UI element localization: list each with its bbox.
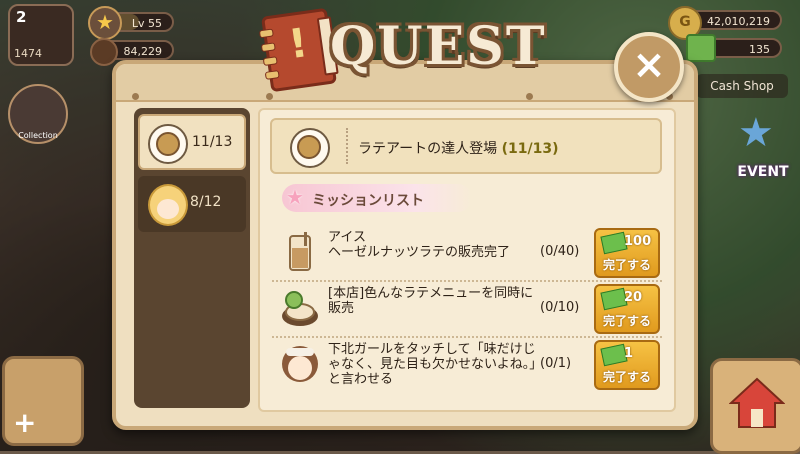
complete-button[interactable]: 20 完了する <box>594 284 660 334</box>
shimokita-girl-portrait-icon <box>282 346 318 382</box>
tab-progress: 11/13 <box>192 134 233 150</box>
complete-label: 完了する <box>602 314 651 328</box>
event-button[interactable]: ★ EVENT <box>730 110 796 182</box>
character-portrait-icon <box>148 184 188 226</box>
rail-dot <box>266 93 273 100</box>
mission-description: アイス ヘーゼルナッツラテの販売完了 <box>328 230 511 260</box>
quest-book-icon: ! <box>258 7 339 93</box>
house-icon <box>729 377 785 428</box>
beans-value: 84,229 <box>123 45 163 58</box>
quest-header-title: ラテアートの達人登場 (11/13) <box>358 138 559 158</box>
close-icon: × <box>632 42 666 88</box>
event-label: EVENT <box>737 164 789 180</box>
reward-amount: 100 <box>624 234 652 249</box>
quest-category-sidebar: 11/13 8/12 <box>134 108 250 408</box>
cash-shop-button[interactable]: Cash Shop <box>696 74 788 98</box>
latte-cup-icon <box>290 128 330 168</box>
home-button[interactable] <box>710 358 800 454</box>
cash-bill-icon <box>686 34 716 62</box>
quest-header: ラテアートの達人登場 (11/13) <box>270 118 662 174</box>
mission-progress: (0/1) <box>540 356 572 371</box>
star-icon: ★ <box>286 185 304 209</box>
plus-icon: + <box>13 406 37 439</box>
tab-progress: 8/12 <box>190 194 222 210</box>
mission-description: 下北ガールをタッチして「味だけじゃなく、見た目も欠かせないよね。」と言わせる <box>328 342 536 387</box>
mission-progress: (0/40) <box>540 244 580 259</box>
mission-description: [本店]色んなラテメニューを同時に販売 <box>328 286 534 316</box>
mission-row: アイス ヘーゼルナッツラテの販売完了 (0/40) 100 完了する <box>272 226 662 282</box>
player-points: 1474 <box>14 47 42 60</box>
collection-button[interactable]: Collection <box>8 84 68 144</box>
player-level-badge[interactable]: 2 1474 <box>8 4 74 66</box>
reward-amount: 1 <box>624 346 634 361</box>
complete-label: 完了する <box>602 370 651 384</box>
add-friend-button[interactable]: + <box>2 356 84 446</box>
close-button[interactable]: × <box>614 32 684 102</box>
mission-list-heading: ★ ミッションリスト <box>282 184 472 212</box>
tab-character-quests[interactable]: 8/12 <box>138 176 246 232</box>
mission-row: 下北ガールをタッチして「味だけじゃなく、見た目も欠かせないよね。」と言わせる (… <box>272 338 662 398</box>
mission-list-title: ミッションリスト <box>312 193 424 209</box>
coffee-bean-icon <box>90 38 118 66</box>
quest-name: ラテアートの達人登場 <box>358 141 498 157</box>
tab-latte-quests[interactable]: 11/13 <box>138 114 246 170</box>
event-star-icon: ★ <box>738 110 774 156</box>
reward-amount: 20 <box>624 290 643 305</box>
iced-latte-icon <box>289 232 311 271</box>
complete-button[interactable]: 1 完了する <box>594 340 660 390</box>
gold-value: 42,010,219 <box>707 15 770 28</box>
rail-dot <box>132 93 139 100</box>
mission-progress: (0/10) <box>540 300 580 315</box>
quest-title: QUEST <box>330 16 547 77</box>
divider <box>346 128 348 164</box>
rail-dot <box>526 93 533 100</box>
quest-title-area: ! QUEST <box>258 6 556 93</box>
mission-row: [本店]色んなラテメニューを同時に販売 (0/10) 20 完了する <box>272 282 662 338</box>
cash-value: 135 <box>749 43 770 56</box>
player-level-number: 2 <box>16 8 27 26</box>
collection-label: Collection <box>18 131 58 140</box>
complete-button[interactable]: 100 完了する <box>594 228 660 278</box>
level-label: Lv 55 <box>131 17 162 30</box>
latte-cup-icon <box>148 124 188 164</box>
latte-menu-icon <box>282 291 318 326</box>
star-icon: ★ <box>88 6 122 40</box>
quest-progress: (11/13) <box>501 141 559 157</box>
complete-label: 完了する <box>602 258 651 272</box>
